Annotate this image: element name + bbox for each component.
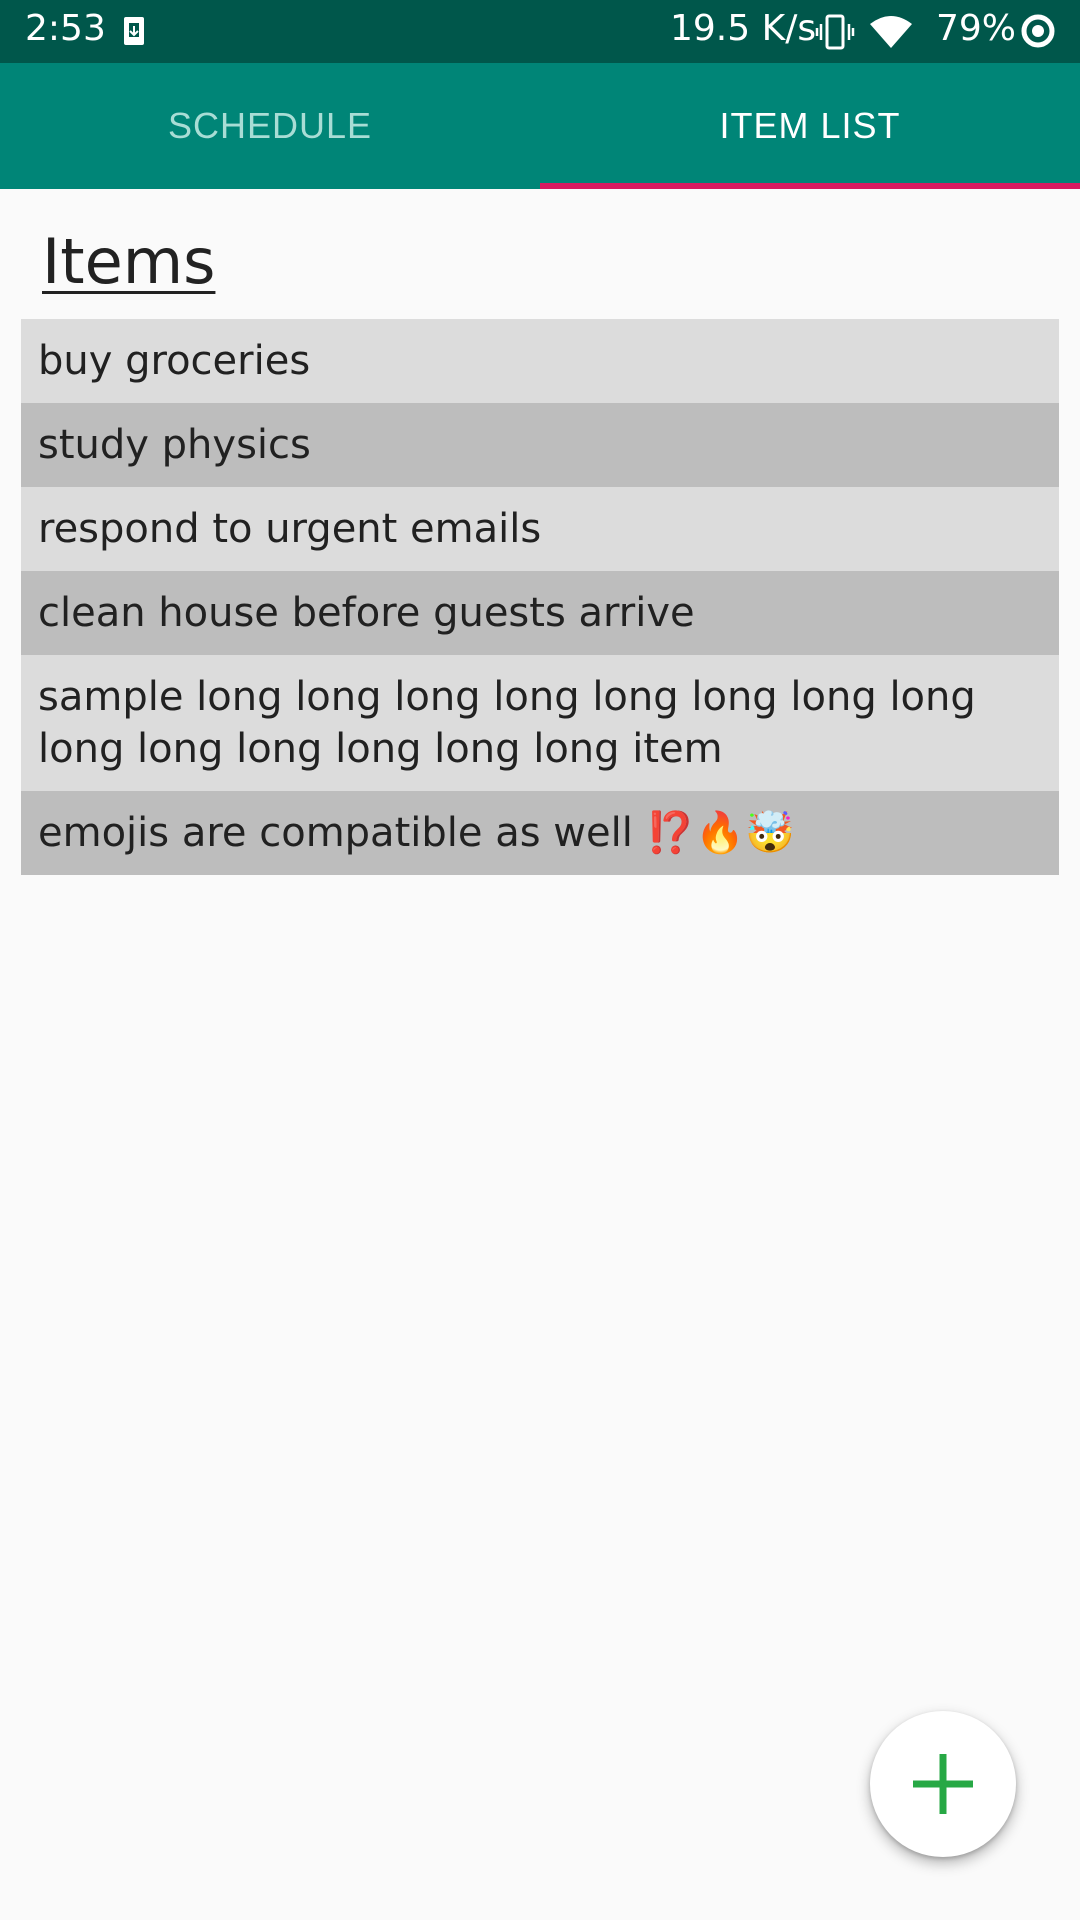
list-item[interactable]: sample long long long long long long lon… [21, 655, 1059, 791]
plus-icon [913, 1754, 973, 1814]
battery-saver-icon [1021, 14, 1055, 48]
page-title: Items [42, 225, 216, 298]
battery-percent: 79% [936, 8, 1017, 49]
status-time: 2:53 [25, 8, 106, 49]
wifi-icon [870, 16, 912, 48]
download-icon [124, 17, 144, 45]
list-item[interactable]: clean house before guests arrive [21, 571, 1059, 655]
network-speed: 19.5 K/s [670, 8, 817, 49]
list-item[interactable]: emojis are compatible as well ⁉️🔥🤯 [21, 791, 1059, 875]
tab-schedule[interactable]: SCHEDULE [0, 63, 540, 189]
list-item[interactable]: respond to urgent emails [21, 487, 1059, 571]
status-bar: 2:53 19.5 K/s 79% [0, 0, 1080, 63]
tab-item-list[interactable]: ITEM LIST [540, 63, 1080, 189]
tab-schedule-label: SCHEDULE [167, 105, 373, 146]
list-item[interactable]: study physics [21, 403, 1059, 487]
tab-bar: SCHEDULE ITEM LIST [0, 63, 1080, 189]
vibrate-icon [815, 14, 855, 50]
item-list-screen: Items buy groceries study physics respon… [0, 189, 1080, 1920]
tab-item-list-label: ITEM LIST [719, 105, 901, 146]
add-item-button[interactable] [870, 1711, 1016, 1857]
list-item[interactable]: buy groceries [21, 319, 1059, 403]
item-list: buy groceries study physics respond to u… [21, 319, 1059, 875]
